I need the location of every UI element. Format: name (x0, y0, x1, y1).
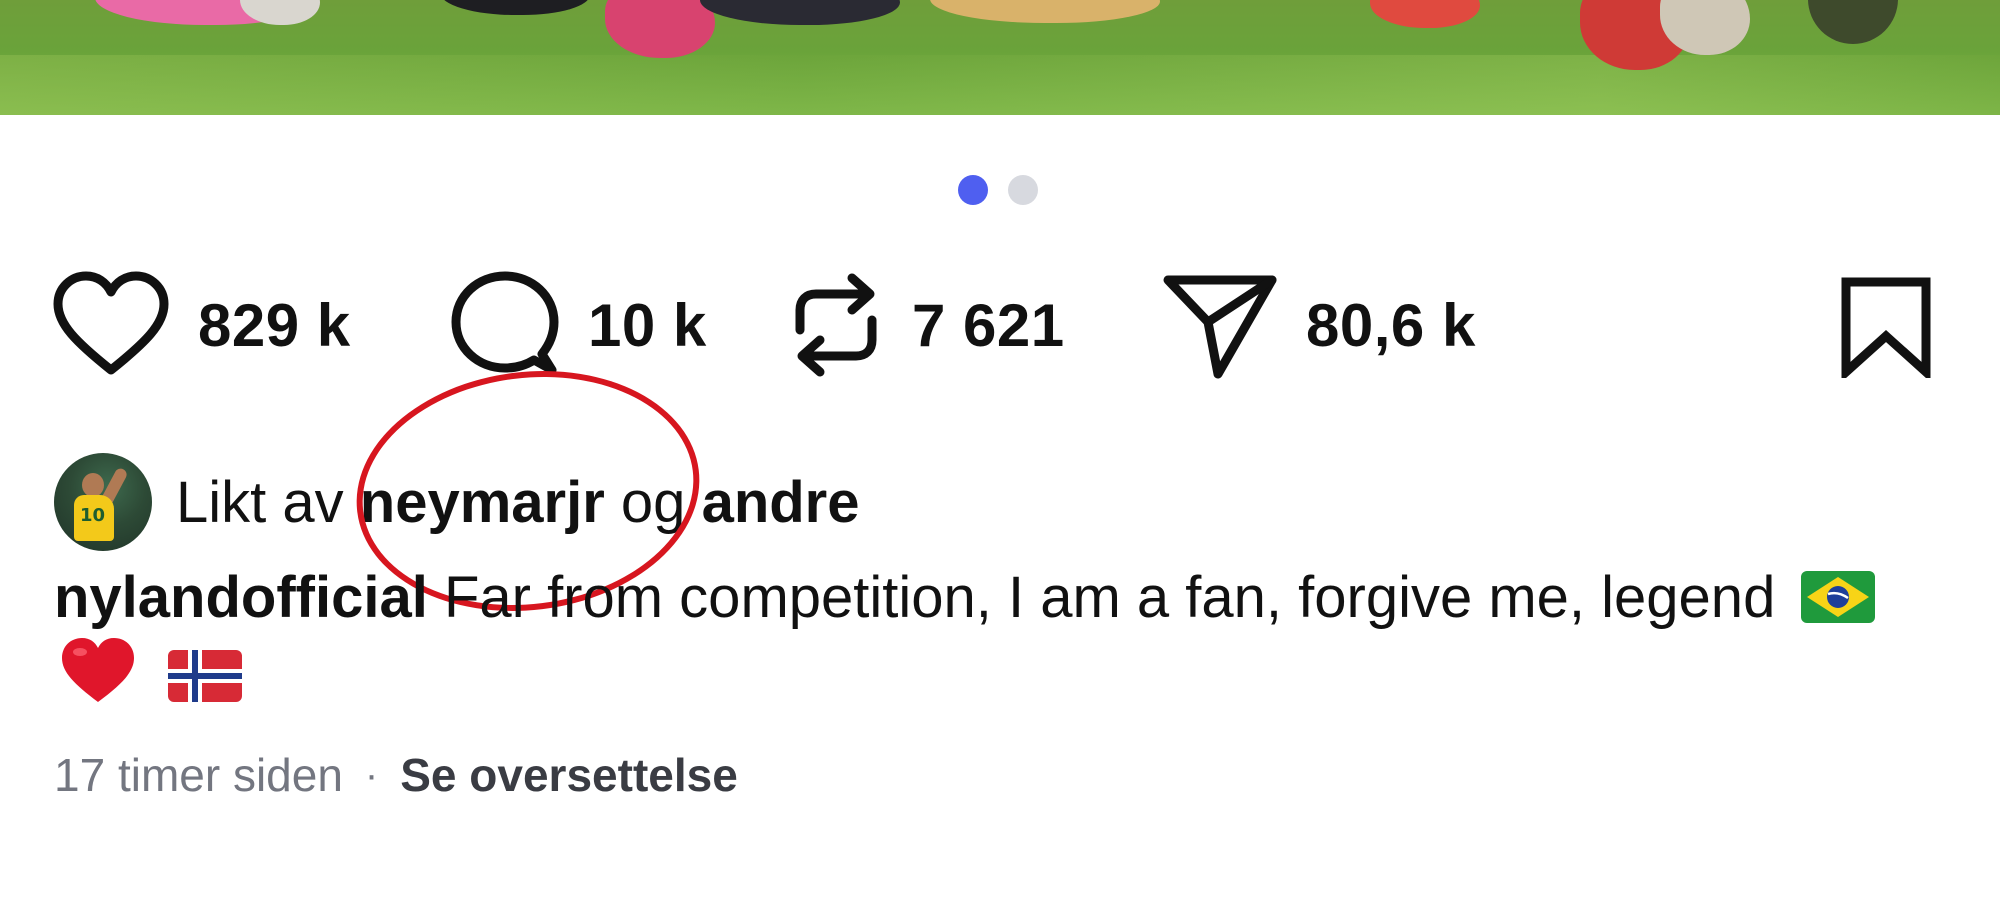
repost-count: 7 621 (912, 291, 1065, 359)
caption-text: Far from competition, I am a fan, forgiv… (443, 565, 1776, 630)
share-count: 80,6 k (1306, 291, 1476, 359)
norway-flag-icon (168, 650, 243, 702)
bookmark-icon (1841, 277, 1931, 383)
carousel-dot[interactable] (1008, 175, 1038, 205)
action-bar: 829 k 10 k 7 621 80,6 k (52, 270, 1934, 383)
repost-button[interactable]: 7 621 (788, 270, 1065, 380)
liked-by-prefix: Likt av (176, 469, 344, 535)
carousel-indicator (958, 175, 1038, 205)
avatar[interactable]: 10 (54, 453, 152, 551)
like-count: 829 k (198, 291, 351, 359)
post-meta: 17 timer siden · Se oversettelse (54, 748, 738, 802)
liked-by-others-link[interactable]: andre (702, 470, 860, 535)
boot-shape (930, 0, 1160, 23)
repost-icon (795, 273, 877, 377)
boot-shape (605, 0, 715, 58)
like-button[interactable]: 829 k (52, 270, 351, 380)
comment-icon (451, 271, 559, 375)
see-translation-link[interactable]: Se oversettelse (400, 748, 738, 802)
save-button[interactable] (1838, 276, 1934, 383)
avatar-head (82, 473, 104, 497)
carousel-dot-active[interactable] (958, 175, 988, 205)
comment-count: 10 k (588, 291, 707, 359)
post-image[interactable] (0, 0, 2000, 115)
heart-icon (53, 271, 169, 375)
boot-shape (1370, 0, 1480, 28)
caption-username-link[interactable]: nylandofficial (54, 565, 428, 630)
red-heart-icon (62, 638, 134, 702)
post-caption: nylandofficial Far from competition, I a… (54, 560, 1934, 715)
grass-highlight (0, 55, 2000, 115)
expand-icon[interactable] (1808, 0, 1898, 44)
meta-separator: · (364, 752, 379, 797)
share-button[interactable]: 80,6 k (1162, 270, 1476, 380)
avatar-jersey-number: 10 (80, 505, 106, 526)
boot-shape (700, 0, 900, 25)
brazil-flag-icon (1801, 571, 1876, 623)
post-timestamp: 17 timer siden (54, 749, 343, 801)
share-icon (1163, 275, 1277, 379)
comment-button[interactable]: 10 k (450, 270, 707, 380)
boot-shape (440, 0, 590, 15)
